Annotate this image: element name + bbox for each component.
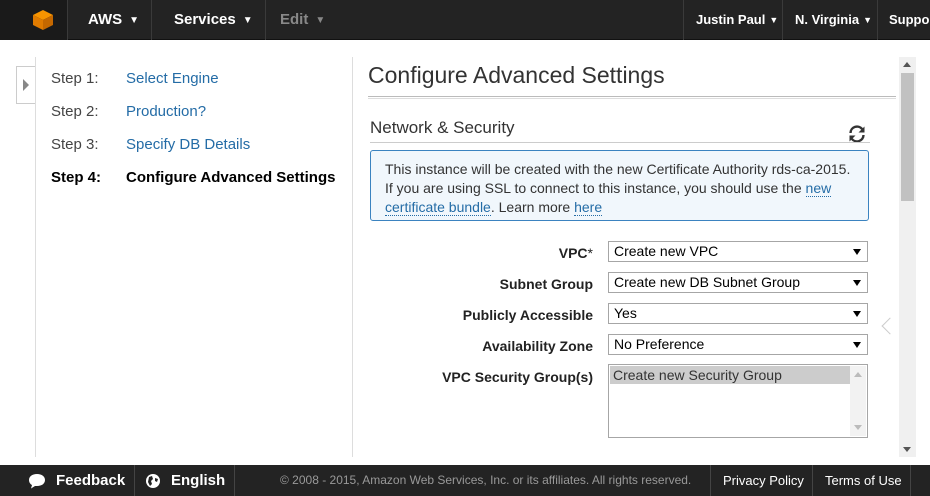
expand-panel-tab[interactable] [16, 66, 36, 104]
language-label: English [171, 472, 226, 489]
support-menu-label: Support [889, 12, 930, 27]
learn-more-link[interactable]: here [574, 199, 603, 216]
availability-zone-label: Availability Zone [482, 338, 593, 354]
security-group-label: VPC Security Group(s) [442, 369, 593, 385]
step-label: Configure Advanced Settings [126, 169, 336, 186]
subnet-group-select[interactable]: Create new DB Subnet Group [608, 272, 868, 293]
left-divider [35, 57, 36, 457]
services-menu-label: Services [174, 11, 236, 28]
caret-down-icon: ▼ [769, 15, 779, 25]
vpc-label-text: VPC [558, 245, 588, 261]
security-group-listbox[interactable]: Create new Security Group [608, 364, 868, 438]
vpc-select[interactable]: Create new VPC [608, 241, 868, 262]
scroll-up-icon[interactable] [903, 62, 911, 67]
region-menu-label: N. Virginia [795, 12, 860, 27]
caret-down-icon: ▼ [863, 15, 872, 25]
publicly-accessible-label: Publicly Accessible [462, 307, 593, 323]
info-alert: This instance will be created with the n… [370, 150, 869, 221]
footer-separator [910, 465, 911, 496]
info-text: This instance will be created with the n… [385, 161, 851, 196]
copyright-text: © 2008 - 2015, Amazon Web Services, Inc.… [280, 473, 692, 487]
step-number: Step 1: [51, 70, 99, 87]
caret-down-icon: ▼ [242, 15, 253, 26]
dropdown-arrow-icon [853, 280, 861, 286]
aws-menu[interactable]: AWS ▼ [76, 0, 153, 40]
availability-zone-select[interactable]: No Preference [608, 334, 868, 355]
publicly-accessible-select-value: Yes [614, 305, 637, 321]
step-number: Step 2: [51, 103, 99, 120]
step-link[interactable]: Select Engine [126, 70, 219, 87]
scrollbar-thumb[interactable] [901, 73, 914, 201]
dropdown-arrow-icon [853, 342, 861, 348]
dropdown-arrow-icon [853, 311, 861, 317]
caret-down-icon: ▼ [129, 15, 140, 26]
terms-of-use-link[interactable]: Terms of Use [825, 465, 902, 496]
step-link[interactable]: Production? [126, 103, 206, 120]
required-marker: * [587, 245, 593, 261]
edit-menu[interactable]: Edit ▼ [268, 0, 337, 40]
region-menu[interactable]: N. Virginia ▼ [782, 0, 884, 40]
subnet-group-select-value: Create new DB Subnet Group [614, 274, 800, 290]
support-menu[interactable]: Support [877, 0, 930, 40]
edit-menu-label: Edit [280, 11, 309, 28]
top-nav-bar: AWS ▼ Services ▼ Edit ▼ Justin Paul ▼ N. Vir… [0, 0, 930, 40]
publicly-accessible-select[interactable]: Yes [608, 303, 868, 324]
step-3[interactable]: Step 3: Specify DB Details [51, 136, 250, 153]
listbox-scrollbar[interactable] [850, 366, 866, 436]
dropdown-arrow-icon [853, 249, 861, 255]
security-group-option[interactable]: Create new Security Group [610, 366, 850, 384]
expand-arrow-icon [23, 79, 29, 91]
scroll-down-icon [854, 425, 862, 430]
footer-separator [134, 465, 135, 496]
globe-icon [146, 474, 160, 488]
footer-separator [710, 465, 711, 496]
vpc-label: VPC* [333, 245, 593, 261]
section-rule [370, 142, 870, 143]
feedback-label: Feedback [56, 472, 126, 489]
aws-cube-icon [33, 10, 53, 30]
scroll-up-icon [854, 372, 862, 377]
step-number: Step 3: [51, 136, 99, 153]
page-title: Configure Advanced Settings [368, 62, 665, 88]
language-button[interactable]: English [145, 465, 225, 496]
feedback-button[interactable]: Feedback [28, 465, 125, 496]
caret-down-icon: ▼ [315, 15, 326, 26]
user-menu[interactable]: Justin Paul ▼ [683, 0, 790, 40]
step-1[interactable]: Step 1: Select Engine [51, 70, 219, 87]
help-panel-notch [881, 317, 899, 335]
footer-separator [234, 465, 235, 496]
step-link[interactable]: Specify DB Details [126, 136, 250, 153]
step-number: Step 4: [51, 169, 102, 186]
privacy-policy-link[interactable]: Privacy Policy [723, 465, 804, 496]
speech-bubble-icon [29, 474, 45, 489]
vpc-select-value: Create new VPC [614, 243, 719, 259]
user-menu-label: Justin Paul [696, 12, 766, 27]
info-text-middle: . Learn more [490, 199, 571, 215]
aws-menu-label: AWS [88, 11, 123, 28]
subnet-group-label: Subnet Group [499, 276, 593, 292]
refresh-icon[interactable] [847, 124, 867, 144]
step-4-current: Step 4: Configure Advanced Settings [51, 169, 335, 186]
footer-bar: Feedback English © 2008 - 2015, Amazon W… [0, 465, 930, 496]
availability-zone-select-value: No Preference [614, 336, 705, 352]
page-scrollbar[interactable] [899, 57, 916, 457]
title-rule [368, 96, 896, 99]
footer-separator [812, 465, 813, 496]
section-title: Network & Security [370, 118, 515, 137]
services-menu[interactable]: Services ▼ [162, 0, 266, 40]
step-2[interactable]: Step 2: Production? [51, 103, 206, 120]
aws-home-button[interactable] [0, 0, 68, 40]
scroll-down-icon[interactable] [903, 447, 911, 452]
